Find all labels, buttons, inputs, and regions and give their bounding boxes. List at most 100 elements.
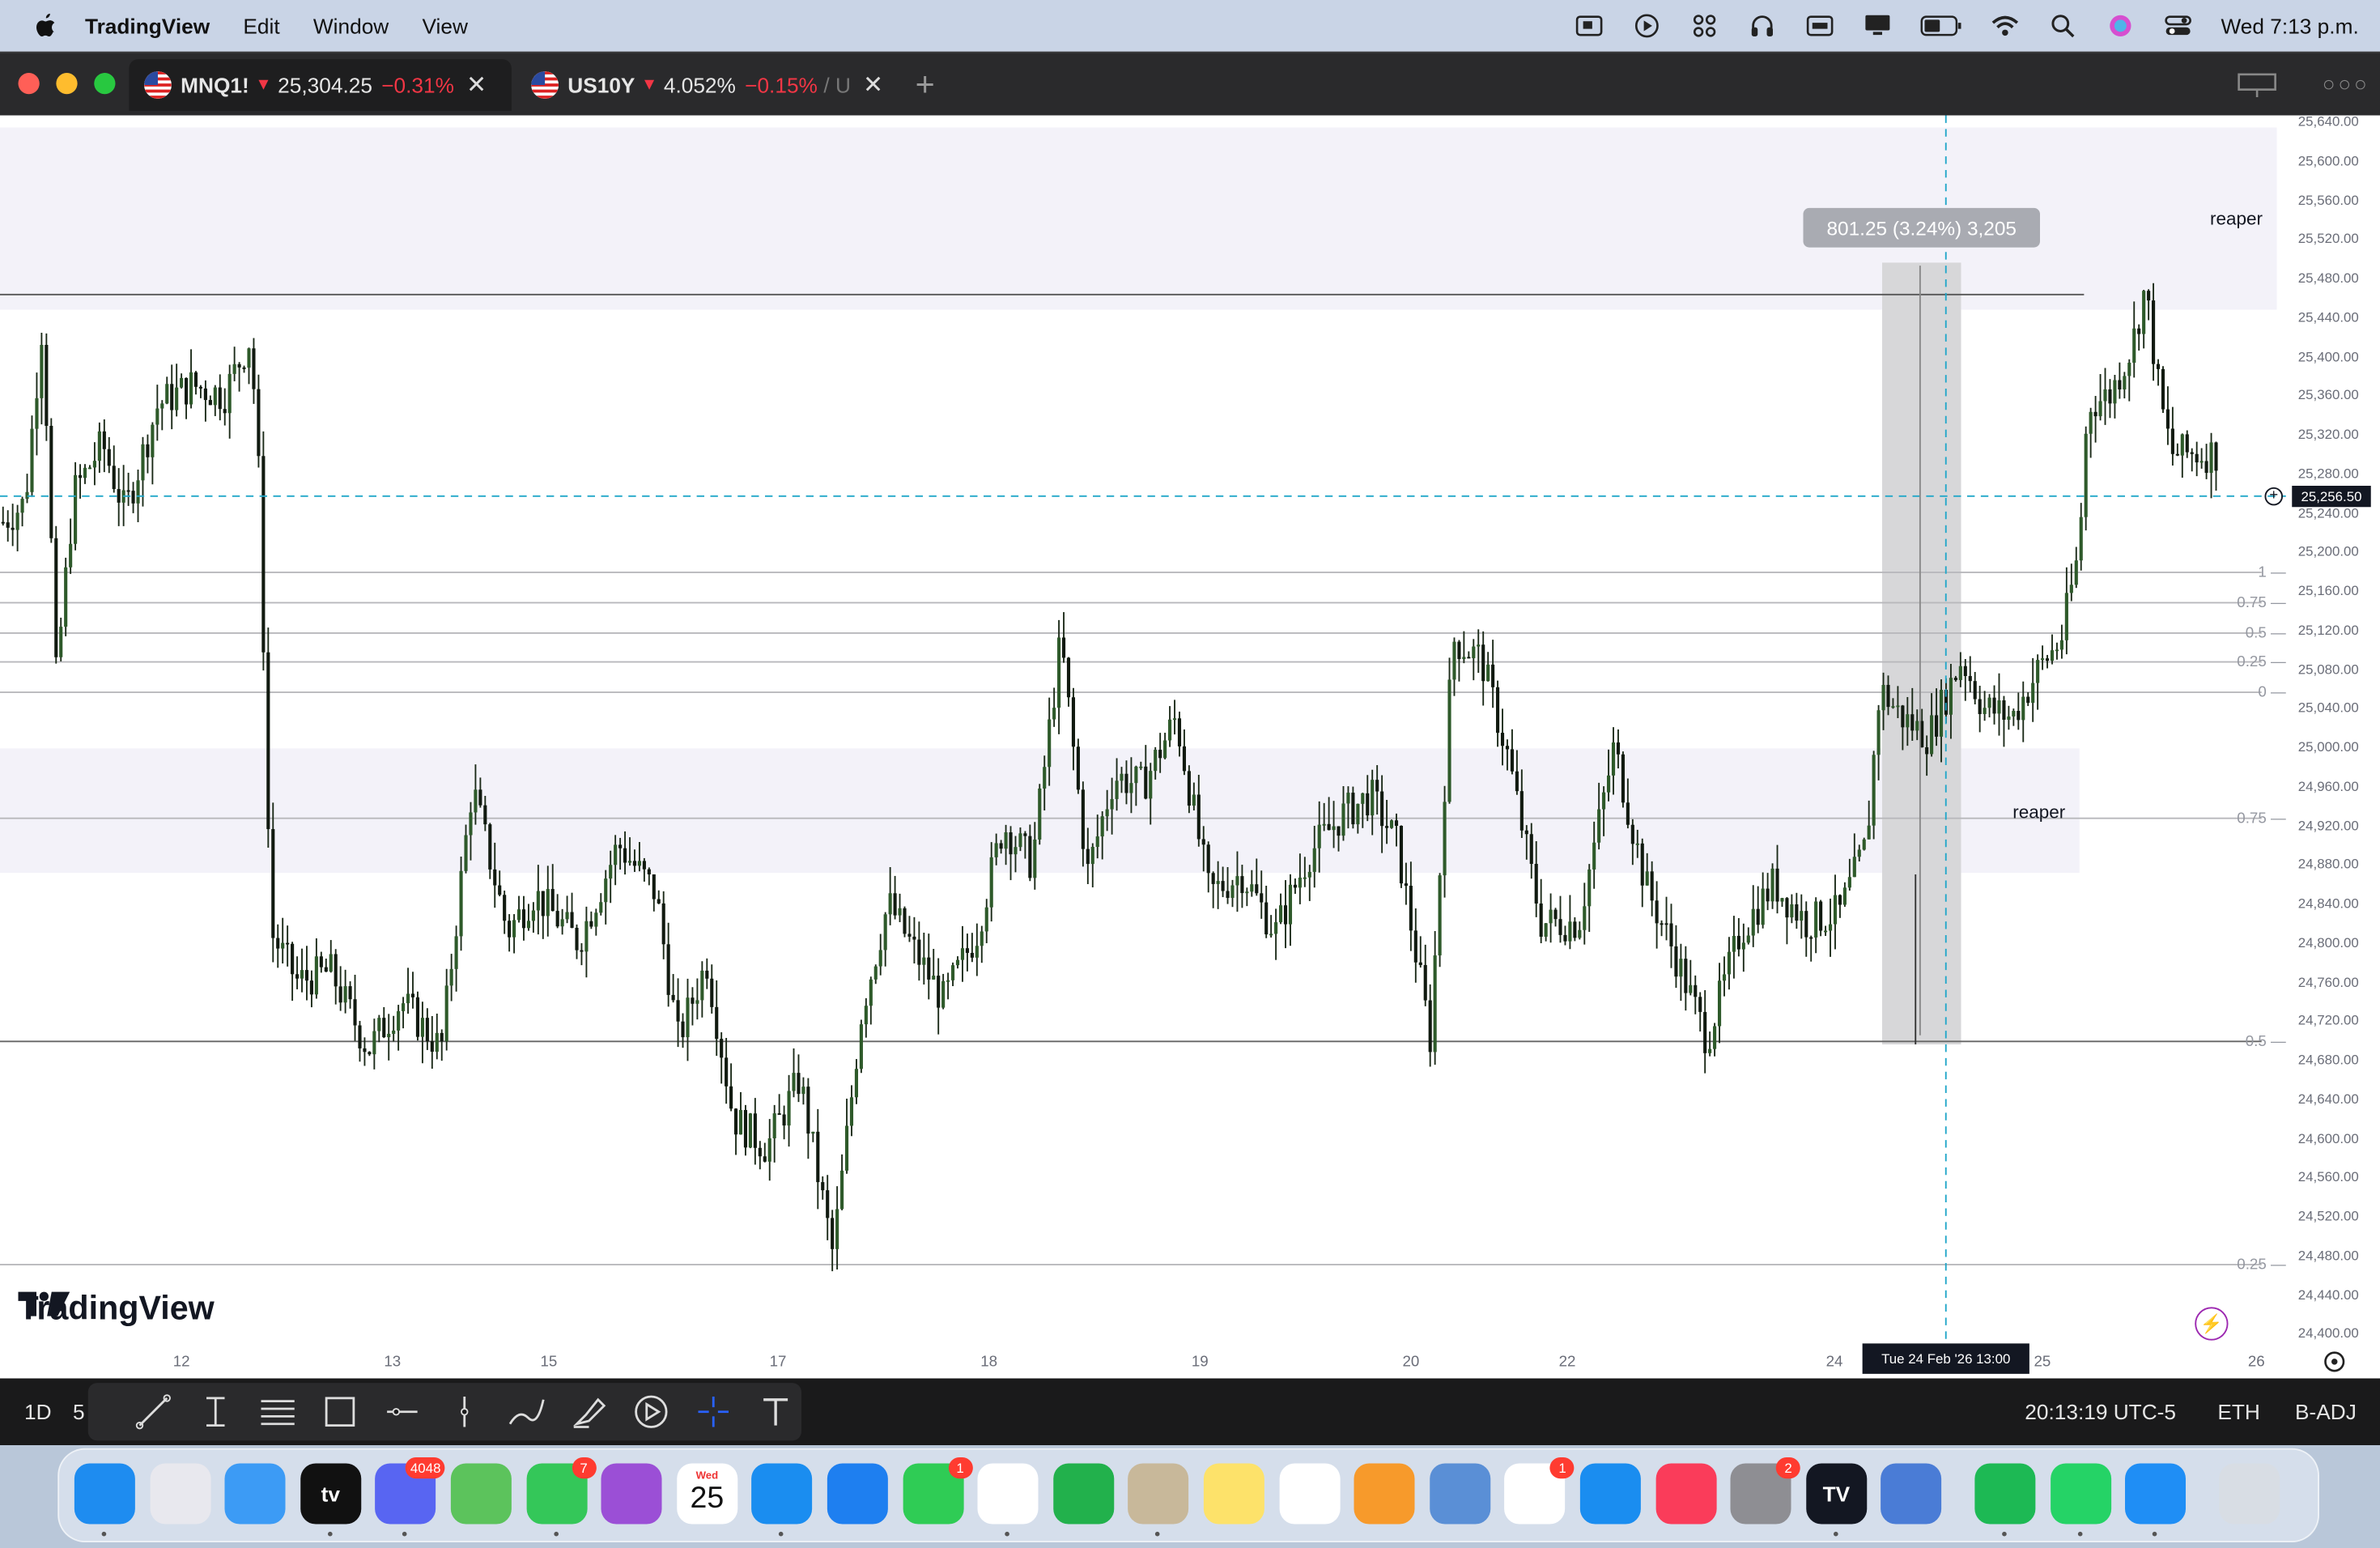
annotation-text[interactable]: reaper: [2210, 208, 2263, 229]
numbers-icon[interactable]: [1052, 1463, 1114, 1525]
launchpad-icon[interactable]: [149, 1463, 210, 1525]
candle-body: [2031, 683, 2035, 704]
spotlight-search-icon[interactable]: [2048, 14, 2079, 38]
podcasts-icon[interactable]: [601, 1463, 662, 1525]
discord-icon[interactable]: 4048: [375, 1457, 446, 1525]
candle-body: [767, 1138, 771, 1162]
server-time[interactable]: 20:13:19 UTC-5: [2025, 1400, 2176, 1424]
crosshair-plus-icon[interactable]: +: [2264, 487, 2283, 506]
messages-icon[interactable]: 7: [525, 1457, 597, 1525]
music-icon[interactable]: [1655, 1463, 1716, 1525]
fib-retracement-icon[interactable]: [252, 1389, 304, 1435]
candle-body: [1703, 1011, 1707, 1053]
tab-change: −0.15%: [745, 73, 818, 97]
close-window-button[interactable]: [18, 73, 40, 95]
display-icon[interactable]: [1863, 14, 1893, 38]
candle-body: [787, 1091, 791, 1126]
siri-icon[interactable]: [2106, 14, 2136, 38]
battery-icon[interactable]: [1920, 14, 1963, 38]
interval-button-secondary[interactable]: 5: [73, 1400, 85, 1424]
interval-button[interactable]: 1D: [24, 1400, 52, 1424]
tradingview-icon[interactable]: TV: [1805, 1463, 1867, 1525]
photos-icon[interactable]: [1278, 1463, 1340, 1525]
horizontal-line-icon[interactable]: [376, 1389, 428, 1435]
apple-tv-icon[interactable]: tv: [300, 1463, 361, 1525]
facetime-icon[interactable]: 1: [902, 1457, 973, 1525]
pages-icon[interactable]: [1354, 1463, 1415, 1525]
menu-edit[interactable]: Edit: [243, 14, 279, 38]
menu-bar-clock[interactable]: Wed 7:13 p.m.: [2221, 14, 2359, 38]
running-indicator: [553, 1531, 559, 1537]
fib-level-label: 0.25 —: [2237, 1257, 2286, 1274]
notes-icon[interactable]: [1203, 1463, 1264, 1525]
opera-icon[interactable]: [977, 1463, 1039, 1525]
wifi-icon[interactable]: [1991, 14, 2021, 38]
text-cursor-icon[interactable]: [189, 1389, 242, 1435]
control-center-icon[interactable]: [2163, 14, 2194, 38]
rectangle-icon[interactable]: [314, 1389, 367, 1435]
calendar-icon[interactable]: Wed 25: [676, 1463, 737, 1525]
close-tab-icon[interactable]: ✕: [863, 70, 883, 100]
contacts-icon[interactable]: [1128, 1463, 1189, 1525]
candle-body: [1766, 888, 1770, 902]
apps-grid-icon[interactable]: [1689, 14, 1720, 38]
mail-icon[interactable]: [224, 1463, 286, 1525]
layout-icon[interactable]: [2238, 71, 2277, 106]
simulator-icon[interactable]: [1881, 1463, 1942, 1525]
tab-mnq[interactable]: MNQ1! ▼ 25,304.25 −0.31% ✕: [129, 59, 512, 111]
vertical-line-icon[interactable]: [438, 1389, 491, 1435]
price-axis-label: 24,400.00: [2297, 1325, 2359, 1342]
screen-capture-icon[interactable]: [1575, 14, 1605, 38]
candle-body: [811, 1131, 815, 1134]
highlighter-icon[interactable]: [562, 1389, 614, 1435]
trend-line-icon[interactable]: [128, 1389, 181, 1435]
candle-body: [932, 976, 936, 980]
price-chart[interactable]: [0, 115, 2380, 1379]
candle-body: [859, 1024, 863, 1070]
price-axis-label: 25,160.00: [2297, 583, 2359, 598]
lightning-icon[interactable]: ⚡: [2195, 1307, 2229, 1341]
system-settings-icon[interactable]: 2: [1730, 1457, 1801, 1525]
app-store-icon[interactable]: [1579, 1463, 1641, 1525]
replay-icon[interactable]: [624, 1389, 677, 1435]
whatsapp-icon[interactable]: [2050, 1463, 2111, 1525]
close-tab-icon[interactable]: ✕: [466, 70, 487, 100]
text-tool-icon[interactable]: [748, 1389, 801, 1435]
candle-body: [1216, 881, 1220, 884]
menu-app-name[interactable]: TradingView: [85, 14, 210, 38]
spotify-icon[interactable]: [1974, 1463, 2036, 1525]
annotation-text[interactable]: reaper: [2012, 802, 2065, 823]
safari-icon[interactable]: [751, 1463, 813, 1525]
headphones-icon[interactable]: [1748, 14, 1779, 38]
preview-icon[interactable]: [1429, 1463, 1490, 1525]
candle-body: [970, 952, 974, 958]
reminders-icon[interactable]: 1: [1504, 1457, 1575, 1525]
keynote-icon[interactable]: [827, 1463, 888, 1525]
zoom-window-button[interactable]: [94, 73, 116, 95]
candle-body: [720, 1039, 724, 1058]
crosshair-icon[interactable]: [686, 1389, 739, 1435]
candle-body: [1852, 857, 1856, 878]
candle-body: [955, 959, 960, 966]
new-tab-button[interactable]: +: [916, 66, 935, 105]
menu-window[interactable]: Window: [313, 14, 389, 38]
apple-menu-icon[interactable]: [31, 11, 62, 41]
tab-us10y[interactable]: US10Y ▼ 4.052% −0.15% / U ✕: [516, 59, 899, 111]
candle-body: [1293, 884, 1297, 888]
maps-icon[interactable]: [450, 1463, 512, 1525]
candle-body: [1842, 887, 1847, 905]
price-axis-label: 25,200.00: [2297, 543, 2359, 559]
minimize-window-button[interactable]: [56, 73, 78, 95]
adjustment-button[interactable]: B-ADJ: [2295, 1400, 2357, 1424]
trash-icon[interactable]: [2218, 1463, 2280, 1525]
keyboard-icon[interactable]: [1805, 14, 1836, 38]
more-options-icon[interactable]: ○○○: [2323, 71, 2370, 96]
menu-view[interactable]: View: [423, 14, 468, 38]
chart-pane[interactable]: 25,640.00 25,600.00 25,560.00 25,520.00 25,4…: [0, 114, 2380, 1379]
brush-icon[interactable]: [500, 1389, 553, 1435]
finder-icon[interactable]: [74, 1463, 135, 1525]
play-icon[interactable]: [1632, 14, 1663, 38]
session-button[interactable]: ETH: [2217, 1400, 2260, 1424]
quicktime-icon[interactable]: [2125, 1463, 2187, 1525]
candle-body: [1452, 641, 1456, 680]
